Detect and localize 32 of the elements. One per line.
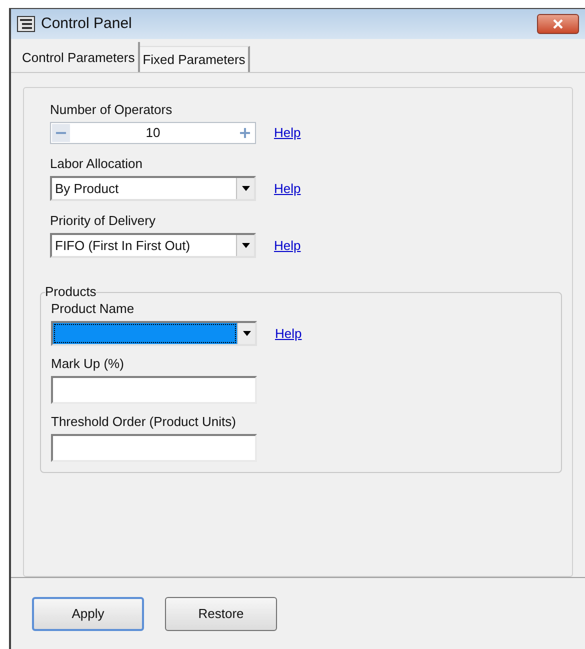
dropdown-value: FIFO (First In First Out) bbox=[55, 236, 190, 255]
field-label: Mark Up (%) bbox=[51, 356, 125, 372]
caret-icon bbox=[242, 331, 250, 336]
field-label: Product Name bbox=[51, 301, 136, 317]
dropdown-arrow-button[interactable] bbox=[236, 178, 254, 199]
tab[interactable]: Fixed Parameters bbox=[140, 46, 250, 72]
window-title: Control Panel bbox=[41, 14, 132, 34]
field-label: Number of Operators bbox=[50, 102, 174, 118]
input-field[interactable] bbox=[51, 376, 257, 404]
dropdown[interactable]: By Product bbox=[50, 176, 256, 201]
dropdown[interactable] bbox=[51, 321, 257, 346]
help-link[interactable]: Help bbox=[275, 324, 302, 344]
number-spinner[interactable]: 10 bbox=[50, 122, 256, 144]
field-label: Labor Allocation bbox=[50, 156, 144, 172]
action-button[interactable]: Apply bbox=[32, 596, 144, 630]
field-label: Priority of Delivery bbox=[50, 213, 156, 229]
close-button[interactable] bbox=[537, 14, 579, 34]
close-icon bbox=[553, 19, 563, 29]
help-link[interactable]: Help bbox=[274, 178, 301, 198]
input-field[interactable] bbox=[51, 434, 257, 462]
dropdown-arrow-button[interactable] bbox=[236, 235, 254, 256]
spinner-value: 10 bbox=[144, 124, 162, 142]
help-link[interactable]: Help bbox=[274, 236, 301, 256]
action-button[interactable]: Restore bbox=[165, 596, 277, 630]
help-link[interactable]: Help bbox=[274, 123, 301, 143]
dropdown-arrow-button[interactable] bbox=[237, 323, 255, 344]
window-icon bbox=[17, 16, 35, 32]
dropdown-value: By Product bbox=[55, 180, 119, 198]
caret-icon bbox=[242, 243, 250, 248]
field-label: Threshold Order (Product Units) bbox=[51, 414, 237, 430]
caret-icon bbox=[242, 186, 250, 191]
dropdown[interactable]: FIFO (First In First Out) bbox=[50, 233, 256, 258]
